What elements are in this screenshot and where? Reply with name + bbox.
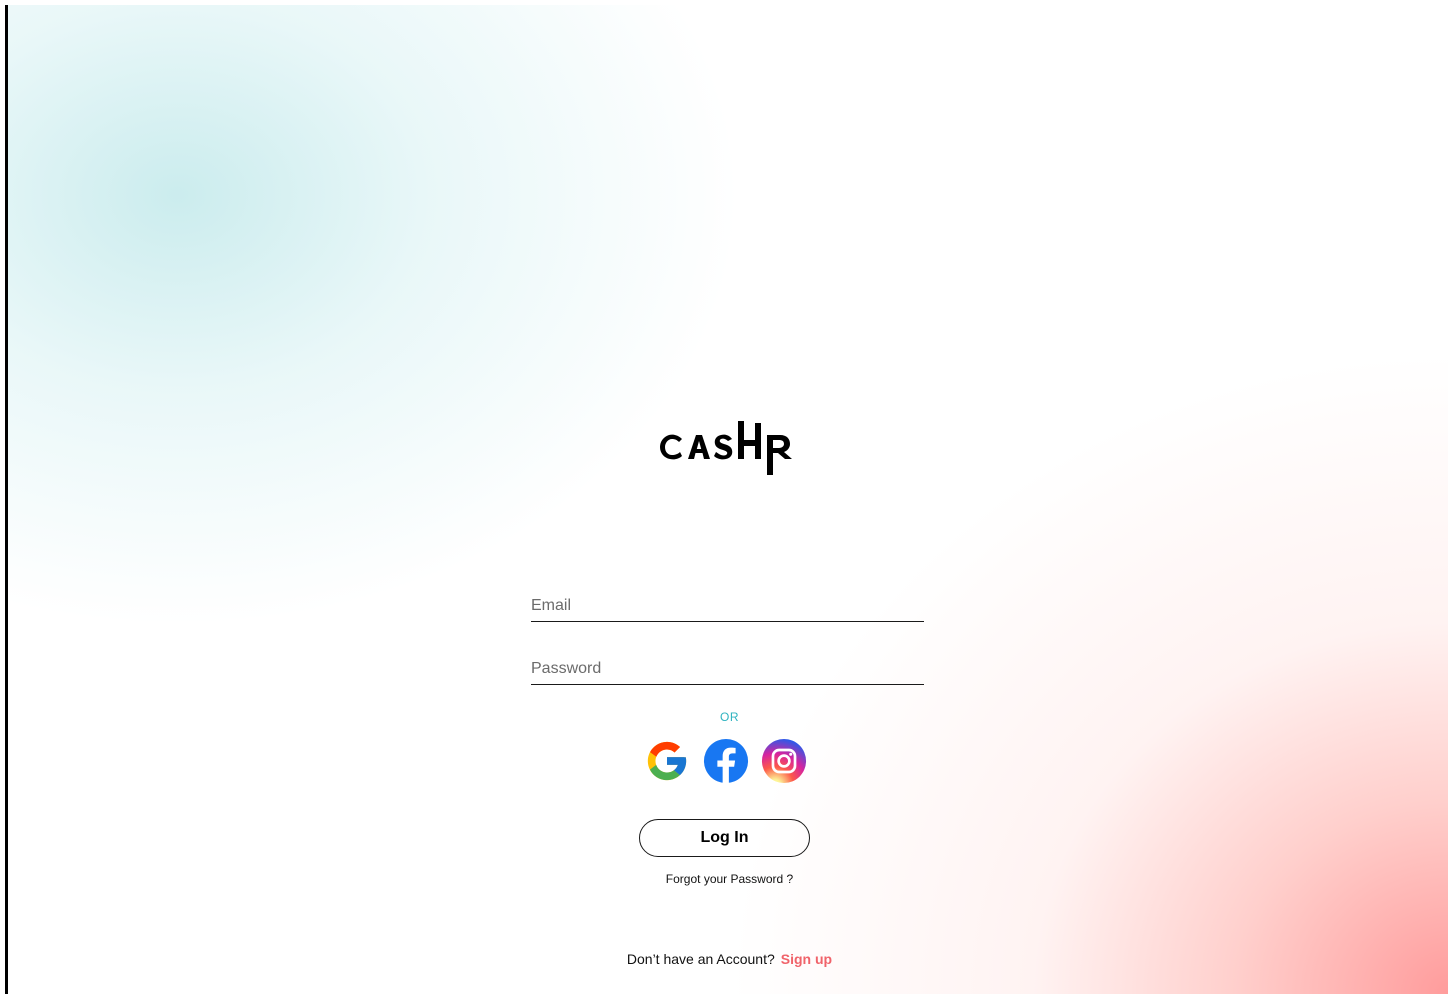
password-field-container	[531, 651, 924, 685]
cashr-logo	[660, 421, 792, 475]
signup-link[interactable]: Sign up	[781, 951, 832, 967]
signup-row: Don’t have an Account? Sign up	[8, 951, 1448, 967]
login-page: OR Log In Forgot your Password ? Don’	[5, 5, 1448, 994]
email-field[interactable]	[531, 597, 924, 615]
instagram-icon[interactable]	[761, 738, 807, 784]
password-field[interactable]	[531, 660, 924, 678]
forgot-password-link[interactable]: Forgot your Password ?	[8, 872, 1448, 886]
or-divider-label: OR	[720, 710, 739, 724]
facebook-icon[interactable]	[703, 738, 749, 784]
signup-prompt: Don’t have an Account?	[626, 951, 775, 967]
google-icon[interactable]	[644, 738, 690, 784]
email-field-container	[531, 588, 924, 622]
login-button[interactable]: Log In	[639, 819, 810, 857]
